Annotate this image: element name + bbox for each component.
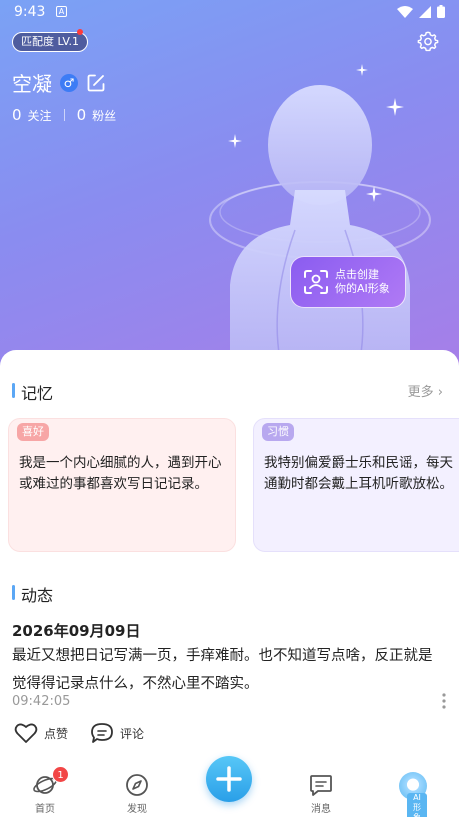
sparkle-icon [366, 186, 382, 202]
wifi-icon [397, 5, 413, 18]
tab-messages[interactable]: 消息 [291, 772, 351, 815]
ai-avatar-silhouette [209, 85, 431, 360]
post-date: 2026年09月09日 [12, 622, 141, 640]
sparkle-icon [386, 98, 404, 116]
ai-chip-label: AI形象 [407, 793, 427, 817]
tab-home-label: 首页 [35, 804, 55, 815]
sparkle-icon [228, 134, 242, 148]
create-ai-avatar-button[interactable]: 点击创建 你的AI形象 [290, 256, 406, 308]
comment-label: 评论 [120, 726, 145, 741]
tab-messages-label: 消息 [311, 804, 331, 815]
memory-more-link[interactable]: 更多 › [408, 381, 443, 400]
memory-tag: 喜好 [17, 423, 49, 441]
profile-hero: 9:43 A 匹配度 LV.1 空凝 ♂ 0 关注 0 粉丝 点击创建 你的AI… [0, 0, 459, 375]
memory-card[interactable]: 喜好 我是一个内心细腻的人，遇到开心或难过的事都喜欢写日记记录。 [8, 418, 236, 552]
comment-button[interactable]: 评论 [90, 722, 144, 744]
memory-tag: 习惯 [262, 423, 294, 441]
username-row: 空凝 ♂ [12, 68, 106, 97]
follow-stats: 0 关注 0 粉丝 [12, 106, 116, 124]
level-notification-dot [77, 29, 83, 35]
post-time: 09:42:05 [12, 694, 71, 709]
heart-icon [14, 723, 38, 743]
like-label: 点赞 [44, 726, 69, 741]
sparkle-icon [356, 64, 368, 76]
feed-section-title: 动态 [12, 582, 53, 606]
username: 空凝 [12, 72, 52, 96]
following-count[interactable]: 0 [12, 106, 22, 124]
tab-me[interactable]: AI形象 我 [383, 772, 443, 817]
home-notification-badge: 1 [52, 766, 69, 783]
ai-avatar-tab-icon: AI形象 [399, 772, 427, 817]
message-icon [310, 775, 332, 796]
status-time: 9:43 [14, 4, 46, 20]
comment-icon [91, 723, 113, 743]
level-badge[interactable]: 匹配度 LV.1 [12, 32, 89, 52]
signal-icon [419, 5, 431, 18]
fans-count[interactable]: 0 [77, 106, 87, 124]
create-post-button[interactable] [206, 756, 252, 802]
notification-icon: A [56, 6, 67, 17]
create-ai-line1: 点击创建 [335, 268, 379, 281]
following-label[interactable]: 关注 [28, 107, 52, 124]
gender-male-icon: ♂ [60, 73, 78, 92]
tab-discover[interactable]: 发现 [107, 772, 167, 815]
tab-discover-label: 发现 [127, 804, 147, 815]
like-button[interactable]: 点赞 [14, 722, 68, 744]
create-ai-line2: 你的AI形象 [335, 282, 390, 295]
stats-divider [63, 109, 65, 121]
memory-card[interactable]: 习惯 我特别偏爱爵士乐和民谣，每天通勤时都会戴上耳机听歌放松。 [253, 418, 459, 552]
memory-text: 我是一个内心细腻的人，遇到开心或难过的事都喜欢写日记记录。 [19, 455, 222, 492]
battery-icon [437, 5, 445, 18]
status-bar: 9:43 A [0, 0, 459, 26]
compass-icon [126, 774, 148, 796]
memory-text: 我特别偏爱爵士乐和民谣，每天通勤时都会戴上耳机听歌放松。 [264, 455, 453, 492]
post-text[interactable]: 最近又想把日记写满一页，手痒难耐。也不知道写点啥，反正就是觉得得记录点什么，不然… [12, 642, 442, 698]
plus-icon [216, 766, 242, 792]
more-vertical-icon[interactable] [441, 692, 447, 710]
face-scan-icon [304, 270, 328, 294]
fans-label[interactable]: 粉丝 [92, 107, 116, 124]
edit-profile-icon[interactable] [86, 73, 106, 93]
post-actions: 点赞 评论 [14, 722, 166, 744]
settings-gear-icon[interactable] [417, 30, 439, 52]
memory-section-title: 记忆 [12, 380, 53, 404]
